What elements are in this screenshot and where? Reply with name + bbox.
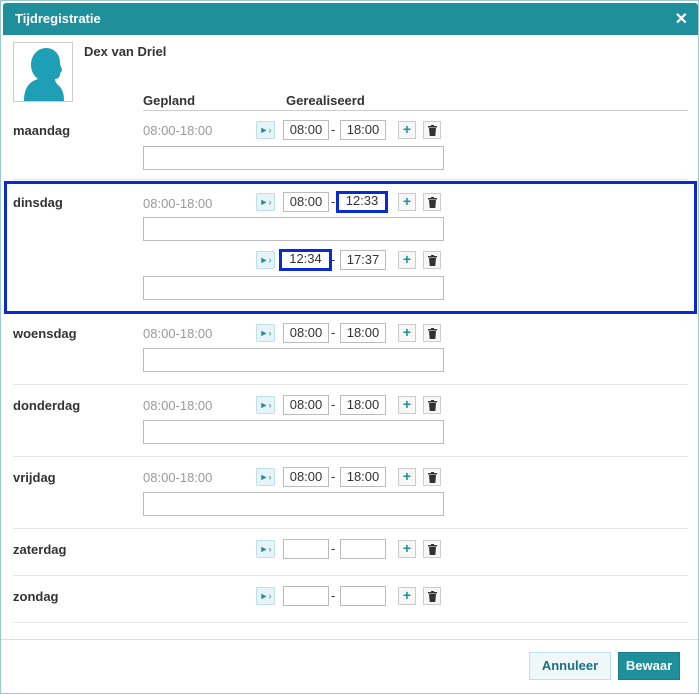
day-divider [13, 179, 688, 180]
end-time-input[interactable]: 18:00 [340, 323, 386, 343]
end-time-input[interactable] [340, 539, 386, 559]
end-time-input[interactable]: 18:00 [340, 395, 386, 415]
trash-icon[interactable] [423, 396, 441, 414]
tuesday-highlight-box [4, 181, 697, 314]
planned-time-monday: 08:00-18:00 [143, 123, 213, 138]
start-time-input[interactable]: 08:00 [283, 120, 329, 140]
footer-divider [1, 639, 698, 640]
fill-play-icon[interactable]: ►› [256, 121, 275, 139]
dialog-title: Tijdregistratie [15, 11, 101, 26]
add-entry-icon[interactable]: + [398, 587, 416, 605]
start-time-input[interactable]: 08:00 [283, 467, 329, 487]
note-input[interactable] [143, 146, 444, 170]
start-time-input[interactable] [283, 539, 329, 559]
add-entry-icon[interactable]: + [398, 324, 416, 342]
planned-time-wednesday: 08:00-18:00 [143, 326, 213, 341]
start-time-input[interactable]: 08:00 [283, 323, 329, 343]
note-input[interactable] [143, 420, 444, 444]
column-header-planned: Gepland [143, 93, 196, 108]
note-input[interactable] [143, 348, 444, 372]
day-label-monday: maandag [13, 123, 71, 138]
trash-icon[interactable] [423, 468, 441, 486]
start-time-input[interactable]: 08:00 [283, 395, 329, 415]
add-entry-icon[interactable]: + [398, 540, 416, 558]
note-input[interactable] [143, 492, 444, 516]
cancel-button[interactable]: Annuleer [529, 652, 611, 680]
user-name: Dex van Driel [84, 44, 167, 59]
day-label-saturday: zaterdag [13, 542, 67, 557]
time-separator: - [331, 397, 336, 412]
end-time-input[interactable]: 18:00 [340, 120, 386, 140]
planned-time-thursday: 08:00-18:00 [143, 398, 213, 413]
add-entry-icon[interactable]: + [398, 396, 416, 414]
avatar [13, 42, 73, 102]
dialog-titlebar: Tijdregistratie ✕ [3, 3, 698, 35]
day-divider [13, 528, 688, 529]
day-divider [13, 575, 688, 576]
fill-play-icon[interactable]: ►› [256, 468, 275, 486]
time-separator: - [331, 325, 336, 340]
trash-icon[interactable] [423, 587, 441, 605]
time-separator: - [331, 469, 336, 484]
time-separator: - [331, 122, 336, 137]
trash-icon[interactable] [423, 540, 441, 558]
fill-play-icon[interactable]: ►› [256, 587, 275, 605]
header-divider [143, 110, 688, 111]
day-label-wednesday: woensdag [13, 326, 77, 341]
day-label-thursday: donderdag [13, 398, 81, 413]
end-time-input[interactable] [340, 586, 386, 606]
trash-icon[interactable] [423, 121, 441, 139]
save-button[interactable]: Bewaar [618, 652, 680, 680]
close-icon[interactable]: ✕ [675, 9, 688, 29]
start-time-input[interactable] [283, 586, 329, 606]
time-separator: - [331, 588, 336, 603]
day-divider [13, 456, 688, 457]
fill-play-icon[interactable]: ►› [256, 540, 275, 558]
day-divider [13, 622, 688, 623]
person-silhouette-icon [24, 48, 64, 101]
day-divider [13, 384, 688, 385]
time-separator: - [331, 541, 336, 556]
planned-time-friday: 08:00-18:00 [143, 470, 213, 485]
add-entry-icon[interactable]: + [398, 121, 416, 139]
day-label-friday: vrijdag [13, 470, 56, 485]
end-time-input[interactable]: 18:00 [340, 467, 386, 487]
trash-icon[interactable] [423, 324, 441, 342]
add-entry-icon[interactable]: + [398, 468, 416, 486]
day-label-sunday: zondag [13, 589, 59, 604]
column-header-realized: Gerealiseerd [286, 93, 365, 108]
fill-play-icon[interactable]: ►› [256, 396, 275, 414]
time-registration-dialog: Tijdregistratie ✕ Dex van Driel Gepland … [0, 0, 699, 694]
fill-play-icon[interactable]: ►› [256, 324, 275, 342]
